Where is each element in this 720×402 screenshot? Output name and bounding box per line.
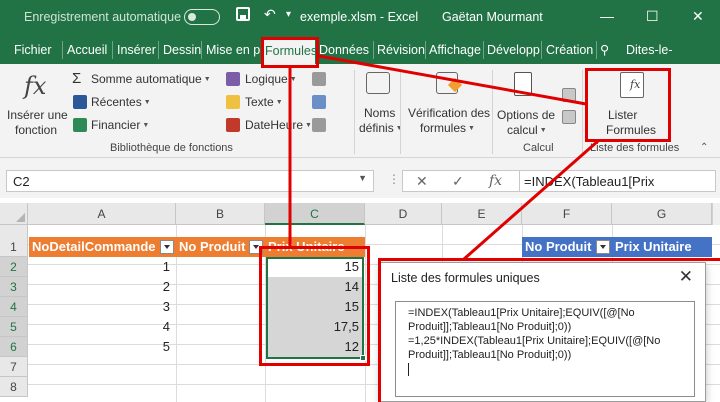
insert-function-label-1[interactable]: Insérer une bbox=[7, 108, 68, 122]
financial-icon bbox=[73, 118, 87, 132]
row-header-2[interactable]: 2 bbox=[0, 257, 28, 277]
financial-button[interactable]: Financier ▼ bbox=[91, 118, 149, 132]
formula-auditing-label-1[interactable]: Vérification des bbox=[408, 106, 490, 120]
tab-affichage[interactable]: Affichage bbox=[429, 43, 481, 57]
datetime-button[interactable]: DateHeure ▼ bbox=[245, 118, 312, 132]
name-box-value: C2 bbox=[13, 174, 30, 189]
formula-buttons: ✕ ✓ fx bbox=[402, 170, 520, 192]
group-label-list: Liste des formules bbox=[590, 142, 680, 154]
lightbulb-icon[interactable]: ⚲ bbox=[600, 42, 609, 57]
star-icon bbox=[73, 95, 87, 109]
tab-accueil[interactable]: Accueil bbox=[67, 43, 107, 57]
autosum-button[interactable]: Somme automatique ▼ bbox=[91, 72, 211, 86]
highlight-list-formulas-button bbox=[585, 68, 671, 142]
column-header-e[interactable]: E bbox=[442, 203, 522, 225]
tell-me-search[interactable]: Dites-le- bbox=[626, 43, 673, 57]
column-header-f[interactable]: F bbox=[522, 203, 612, 225]
autosum-icon[interactable]: Σ bbox=[72, 70, 81, 87]
column-header-a[interactable]: A bbox=[28, 203, 176, 225]
highlight-dialog bbox=[378, 258, 720, 402]
filter-dropdown-icon[interactable] bbox=[160, 240, 174, 254]
row-header-1[interactable]: 1 bbox=[0, 237, 28, 257]
quick-access-dropdown-icon[interactable]: ▾ bbox=[286, 9, 291, 20]
math-trig-icon[interactable] bbox=[312, 95, 326, 109]
calc-options-label-2[interactable]: calcul ▼ bbox=[507, 123, 547, 137]
calc-options-label-1[interactable]: Options de bbox=[497, 108, 555, 122]
filter-dropdown-icon[interactable] bbox=[596, 240, 610, 254]
tab-mise-en-page[interactable]: Mise en p bbox=[206, 43, 260, 57]
collapse-ribbon-icon[interactable]: ⌃ bbox=[700, 142, 708, 153]
row-header-7[interactable]: 7 bbox=[0, 357, 28, 377]
user-name[interactable]: Gaëtan Mourmant bbox=[442, 10, 543, 24]
highlight-price-column bbox=[259, 246, 370, 366]
defined-names-icon[interactable] bbox=[366, 72, 390, 94]
tab-donnees[interactable]: Données bbox=[319, 43, 369, 57]
autosave-toggle[interactable] bbox=[184, 9, 220, 25]
row-header-5[interactable]: 5 bbox=[0, 317, 28, 337]
text-icon bbox=[226, 95, 240, 109]
more-functions-icon[interactable] bbox=[312, 72, 326, 86]
lookup-icon[interactable] bbox=[312, 118, 326, 132]
cancel-icon[interactable]: ✕ bbox=[416, 173, 428, 190]
group-label-calc: Calcul bbox=[523, 142, 554, 154]
calculator-icon[interactable] bbox=[514, 72, 532, 96]
table-header-prixunitaire-2[interactable]: Prix Unitaire bbox=[612, 237, 712, 257]
file-name: exemple.xlsm bbox=[300, 10, 377, 24]
tab-revision[interactable]: Révision bbox=[377, 43, 425, 57]
row-header-4[interactable]: 4 bbox=[0, 297, 28, 317]
formula-auditing-label-2[interactable]: formules ▼ bbox=[420, 121, 475, 135]
tab-dessin[interactable]: Dessin bbox=[163, 43, 201, 57]
cell-a4[interactable]: 3 bbox=[28, 297, 176, 317]
logical-icon bbox=[226, 72, 240, 86]
close-button[interactable]: ✕ bbox=[692, 8, 704, 25]
recent-button[interactable]: Récentes ▼ bbox=[91, 95, 151, 109]
calc-now-icon[interactable] bbox=[562, 88, 576, 102]
autosave-label: Enregistrement automatique bbox=[24, 10, 182, 24]
app-name: Excel bbox=[387, 10, 419, 24]
highlight-formules-tab bbox=[261, 37, 319, 68]
save-icon[interactable] bbox=[236, 7, 250, 21]
enter-icon[interactable]: ✓ bbox=[452, 173, 464, 190]
column-header-g[interactable]: G bbox=[612, 203, 712, 225]
insert-function-icon[interactable]: fx bbox=[489, 173, 502, 189]
row-header-6[interactable]: 6 bbox=[0, 337, 28, 357]
cell-a5[interactable]: 4 bbox=[28, 317, 176, 337]
fx-icon[interactable]: fx bbox=[24, 72, 46, 100]
defined-names-label-2[interactable]: définis▼ bbox=[359, 121, 403, 135]
group-label-library: Bibliothèque de fonctions bbox=[110, 142, 233, 154]
table-header-nodetailcommande[interactable]: NoDetailCommande bbox=[29, 237, 176, 257]
tab-fichier[interactable]: Fichier bbox=[14, 43, 52, 57]
row-header-8[interactable]: 8 bbox=[0, 377, 28, 397]
column-header-c[interactable]: C bbox=[265, 203, 365, 225]
title-bar: Enregistrement automatique ↶ ▾ exemple.x… bbox=[0, 0, 720, 36]
minimize-button[interactable]: — bbox=[600, 8, 614, 24]
tab-developpeur[interactable]: Développ bbox=[487, 43, 540, 57]
defined-names-label-1[interactable]: Noms bbox=[364, 106, 395, 120]
tab-creation[interactable]: Création bbox=[546, 43, 593, 57]
cell-a2[interactable]: 1 bbox=[28, 257, 176, 277]
tab-inserer[interactable]: Insérer bbox=[117, 43, 156, 57]
row-header-3[interactable]: 3 bbox=[0, 277, 28, 297]
select-all-button[interactable] bbox=[0, 203, 28, 225]
cell-a6[interactable]: 5 bbox=[28, 337, 176, 357]
datetime-icon bbox=[226, 118, 240, 132]
calc-sheet-icon[interactable] bbox=[562, 110, 576, 124]
formula-input[interactable]: =INDEX(Tableau1[Prix bbox=[520, 170, 716, 192]
column-header-b[interactable]: B bbox=[176, 203, 265, 225]
column-header-d[interactable]: D bbox=[365, 203, 442, 225]
restore-button[interactable]: ☐ bbox=[646, 8, 659, 25]
window-title: exemple.xlsm - Excel bbox=[300, 10, 419, 24]
undo-icon[interactable]: ↶ bbox=[264, 6, 276, 23]
formula-bar-resize-icon[interactable]: ⋮ bbox=[388, 172, 400, 186]
text-button[interactable]: Texte ▼ bbox=[245, 95, 283, 109]
name-box[interactable]: C2 ▼ bbox=[6, 170, 374, 192]
logical-button[interactable]: Logique ▼ bbox=[245, 72, 297, 86]
cell-a3[interactable]: 2 bbox=[28, 277, 176, 297]
insert-function-label-2[interactable]: fonction bbox=[15, 123, 57, 137]
name-box-dropdown-icon: ▼ bbox=[358, 173, 367, 183]
